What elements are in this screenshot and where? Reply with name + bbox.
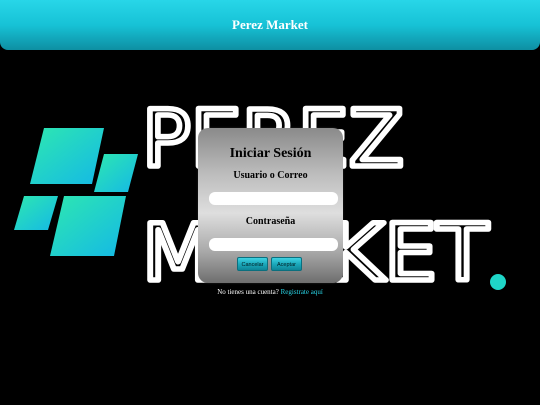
username-input[interactable] (209, 192, 338, 205)
site-title: Perez Market (232, 17, 308, 32)
page: Perez Market PEREZ MARKET Iniciar Sesión… (0, 0, 540, 405)
logo-tile-bottom-left (14, 196, 58, 230)
register-link[interactable]: Registrate aquí (281, 288, 323, 296)
password-label: Contraseña (245, 216, 296, 227)
login-title: Iniciar Sesión (229, 146, 312, 161)
logo-tile-top-left (30, 128, 104, 184)
logo-tile-top-right (94, 154, 138, 192)
accept-button[interactable]: Aceptar (271, 257, 302, 271)
register-prompt-text: No tienes una cuenta? (217, 288, 279, 296)
login-dialog: Iniciar Sesión Usuario o Correo Contrase… (198, 128, 343, 283)
logo-tile-bottom-right (50, 196, 126, 256)
cancel-button[interactable]: Cancelar (237, 257, 268, 271)
username-label: Usuario o Correo (233, 170, 308, 181)
top-header-bar: Perez Market (0, 0, 540, 50)
register-prompt: No tienes una cuenta? Registrate aquí (0, 288, 540, 296)
password-input[interactable] (209, 238, 338, 251)
